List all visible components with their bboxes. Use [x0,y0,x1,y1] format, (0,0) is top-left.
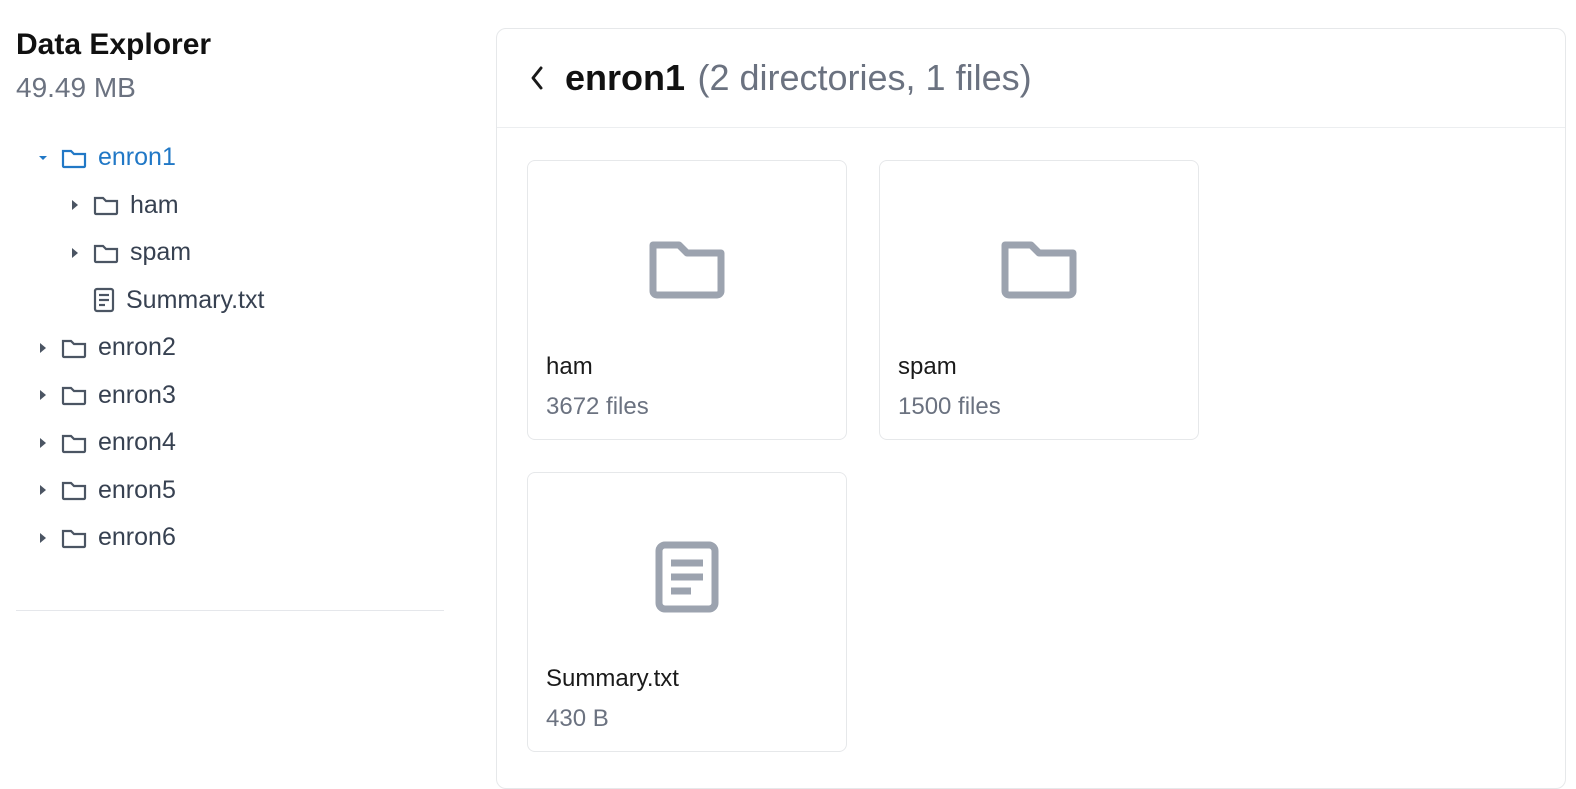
sidebar: Data Explorer 49.49 MB enron1 [0,0,460,648]
tree-folder-enron3[interactable]: enron3 [16,372,444,420]
folder-icon [60,478,88,502]
tree-label: ham [130,182,179,230]
card-folder-ham[interactable]: ham 3672 files [527,160,847,440]
card-name: Summary.txt [546,665,828,693]
cards-grid: ham 3672 files spam 1500 files [497,128,1565,788]
chevron-left-icon [527,62,547,94]
folder-name: enron1 [565,57,685,98]
sidebar-divider [16,610,444,611]
tree-folder-enron6[interactable]: enron6 [16,514,444,562]
panel-header: enron1 (2 directories, 1 files) [497,29,1565,128]
tree-label: spam [130,229,191,277]
file-icon [92,287,116,313]
tree-label: enron6 [98,514,176,562]
tree-folder-spam[interactable]: spam [16,229,444,277]
tree-folder-ham[interactable]: ham [16,182,444,230]
file-icon [546,489,828,665]
card-name: spam [898,353,1180,381]
tree-label: enron3 [98,372,176,420]
tree-label: enron5 [98,467,176,515]
sidebar-size: 49.49 MB [16,72,444,104]
chevron-right-icon [68,247,82,259]
folder-icon [60,336,88,360]
folder-icon [898,177,1180,353]
card-meta: 1500 files [898,393,1180,421]
app-root: Data Explorer 49.49 MB enron1 [0,0,1576,648]
chevron-right-icon [36,532,50,544]
folder-icon [546,177,828,353]
card-folder-spam[interactable]: spam 1500 files [879,160,1199,440]
tree-label: enron4 [98,419,176,467]
main: enron1 (2 directories, 1 files) ham 3672… [460,0,1576,648]
card-meta: 3672 files [546,393,828,421]
sidebar-title: Data Explorer [16,28,444,62]
chevron-right-icon [36,484,50,496]
tree-folder-enron2[interactable]: enron2 [16,324,444,372]
chevron-right-icon [36,437,50,449]
folder-icon [92,241,120,265]
folder-icon [60,383,88,407]
tree-folder-enron5[interactable]: enron5 [16,467,444,515]
card-file-summary[interactable]: Summary.txt 430 B [527,472,847,752]
folder-meta: (2 directories, 1 files) [697,57,1031,98]
tree-label: enron1 [98,134,176,182]
tree-folder-enron4[interactable]: enron4 [16,419,444,467]
chevron-right-icon [36,342,50,354]
chevron-right-icon [36,389,50,401]
card-name: ham [546,353,828,381]
folder-icon [60,431,88,455]
chevron-right-icon [68,199,82,211]
folder-icon [60,526,88,550]
tree-label: enron2 [98,324,176,372]
tree-folder-enron1[interactable]: enron1 [16,134,444,182]
file-tree: enron1 ham [16,134,444,562]
folder-icon [60,146,88,170]
folder-icon [92,193,120,217]
content-panel: enron1 (2 directories, 1 files) ham 3672… [496,28,1566,789]
back-button[interactable] [527,62,547,94]
chevron-down-icon [36,152,50,164]
card-meta: 430 B [546,705,828,733]
tree-label: Summary.txt [126,277,264,325]
tree-file-summary[interactable]: Summary.txt [16,277,444,325]
